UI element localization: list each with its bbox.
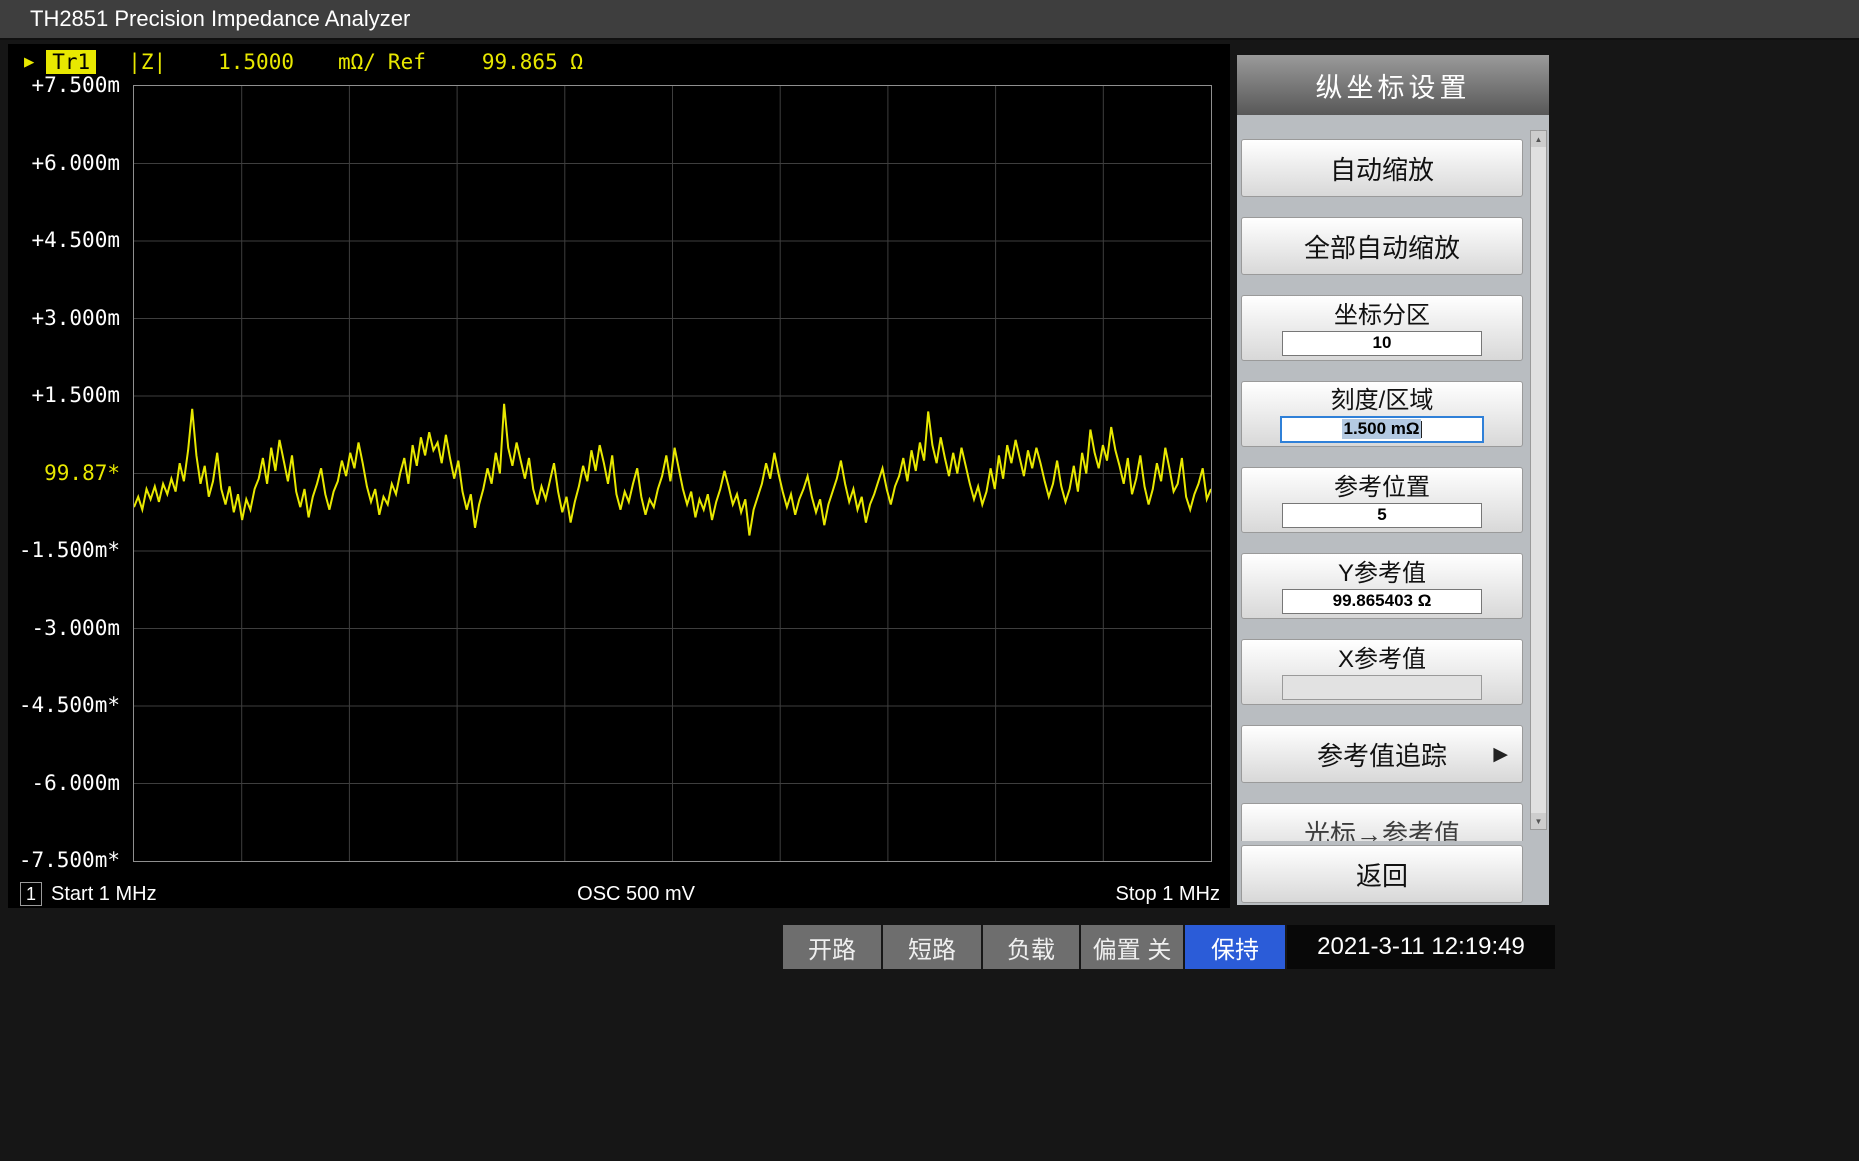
y-ref-label: Y参考值 [1338,559,1426,589]
y-axis-label: +7.500m [31,72,120,98]
y-axis-label: +4.500m [31,227,120,253]
y-axis-labels: +7.500m+6.000m+4.500m+3.000m+1.500m99.87… [8,85,126,860]
bottom-button-group: 开路短路负载偏置 关保持 [783,925,1285,969]
bottom-button-load[interactable]: 负载 [983,925,1079,969]
y-ref-input[interactable]: 99.865403 Ω [1282,589,1482,614]
panel-title: 纵坐标设置 [1237,55,1549,115]
trace-ref-label: Ref [388,50,426,74]
cursor-to-ref-button[interactable]: 光标→参考值 [1241,803,1523,841]
back-button[interactable]: 返回 [1241,845,1523,903]
osc-level: OSC 500 mV [577,883,695,906]
y-axis-label: -6.000m [31,770,120,796]
app-window: TH2851 Precision Impedance Analyzer ▶ Tr… [0,0,1859,1161]
y-axis-settings-panel: 纵坐标设置 自动缩放 全部自动缩放 坐标分区 10 刻度/区域 1.500 mΩ… [1237,55,1549,905]
y-axis-label: +1.500m [31,382,120,408]
sweep-start-label: Start 1 MHz [51,883,157,906]
y-axis-label: +6.000m [31,150,120,176]
channel-indicator: 1 [20,882,42,906]
trace-label[interactable]: Tr1 [46,50,96,74]
y-ref-group[interactable]: Y参考值 99.865403 Ω [1241,553,1523,619]
window-title: TH2851 Precision Impedance Analyzer [30,6,410,32]
plot-area [133,85,1212,862]
cursor-to-ref-label: 光标→参考值 [1241,803,1523,841]
bottom-button-hold[interactable]: 保持 [1185,925,1285,969]
plot-grid [134,86,1211,861]
y-axis-label: -7.500m* [19,847,120,873]
y-axis-label: -3.000m [31,615,120,641]
sidebar-scrollbar[interactable]: ▲ ▼ [1530,130,1547,830]
text-caret [1421,421,1422,438]
divisions-group[interactable]: 坐标分区 10 [1241,295,1523,361]
auto-scale-button[interactable]: 自动缩放 [1241,139,1523,197]
scale-per-div-input[interactable]: 1.500 mΩ [1280,416,1484,443]
ref-position-input[interactable]: 5 [1282,503,1482,528]
bottom-bar: 开路短路负载偏置 关保持 2021-3-11 12:19:49 [783,925,1555,969]
trace-scale-unit: mΩ/ [338,50,376,74]
x-ref-input[interactable] [1282,675,1482,700]
ref-tracking-label: 参考值追踪 [1317,736,1447,773]
x-ref-label: X参考值 [1338,645,1426,675]
y-axis-label: -1.500m* [19,537,120,563]
sweep-stop: Stop 1 MHz [1116,883,1220,906]
ref-tracking-button[interactable]: 参考值追踪 ▶ [1241,725,1523,783]
title-bar: TH2851 Precision Impedance Analyzer [0,0,1859,40]
selected-text: 1.500 mΩ [1342,419,1420,439]
plot-footer: 1 Start 1 MHz OSC 500 mV Stop 1 MHz [20,882,1220,906]
active-trace-arrow-icon: ▶ [24,52,34,72]
trace-parameter[interactable]: |Z| [128,50,166,74]
ref-position-label: 参考位置 [1334,473,1430,503]
submenu-arrow-icon: ▶ [1493,743,1508,766]
x-ref-group[interactable]: X参考值 [1241,639,1523,705]
ref-position-group[interactable]: 参考位置 5 [1241,467,1523,533]
auto-scale-all-button[interactable]: 全部自动缩放 [1241,217,1523,275]
trace-ref-value: 99.865 Ω [482,50,583,74]
scroll-down-icon[interactable]: ▼ [1531,813,1546,829]
bottom-button-short[interactable]: 短路 [883,925,981,969]
datetime-display: 2021-3-11 12:19:49 [1287,925,1555,969]
y-axis-label: 99.87* [44,460,120,486]
measurement-screen: ▶ Tr1 |Z| 1.5000 mΩ/ Ref 99.865 Ω +7.500… [8,44,1230,908]
y-axis-label: -4.500m* [19,692,120,718]
scroll-up-icon[interactable]: ▲ [1531,131,1546,147]
scale-per-div-group[interactable]: 刻度/区域 1.500 mΩ [1241,381,1523,447]
trace-scale-value: 1.5000 [218,50,294,74]
scale-per-div-label: 刻度/区域 [1331,386,1434,416]
panel-body: 自动缩放 全部自动缩放 坐标分区 10 刻度/区域 1.500 mΩ 参考位置 … [1241,115,1523,905]
y-axis-label: +3.000m [31,305,120,331]
divisions-label: 坐标分区 [1334,301,1430,331]
divisions-input[interactable]: 10 [1282,331,1482,356]
sweep-start: 1 Start 1 MHz [20,882,157,906]
bottom-button-open[interactable]: 开路 [783,925,881,969]
bottom-button-bias[interactable]: 偏置 关 [1081,925,1183,969]
